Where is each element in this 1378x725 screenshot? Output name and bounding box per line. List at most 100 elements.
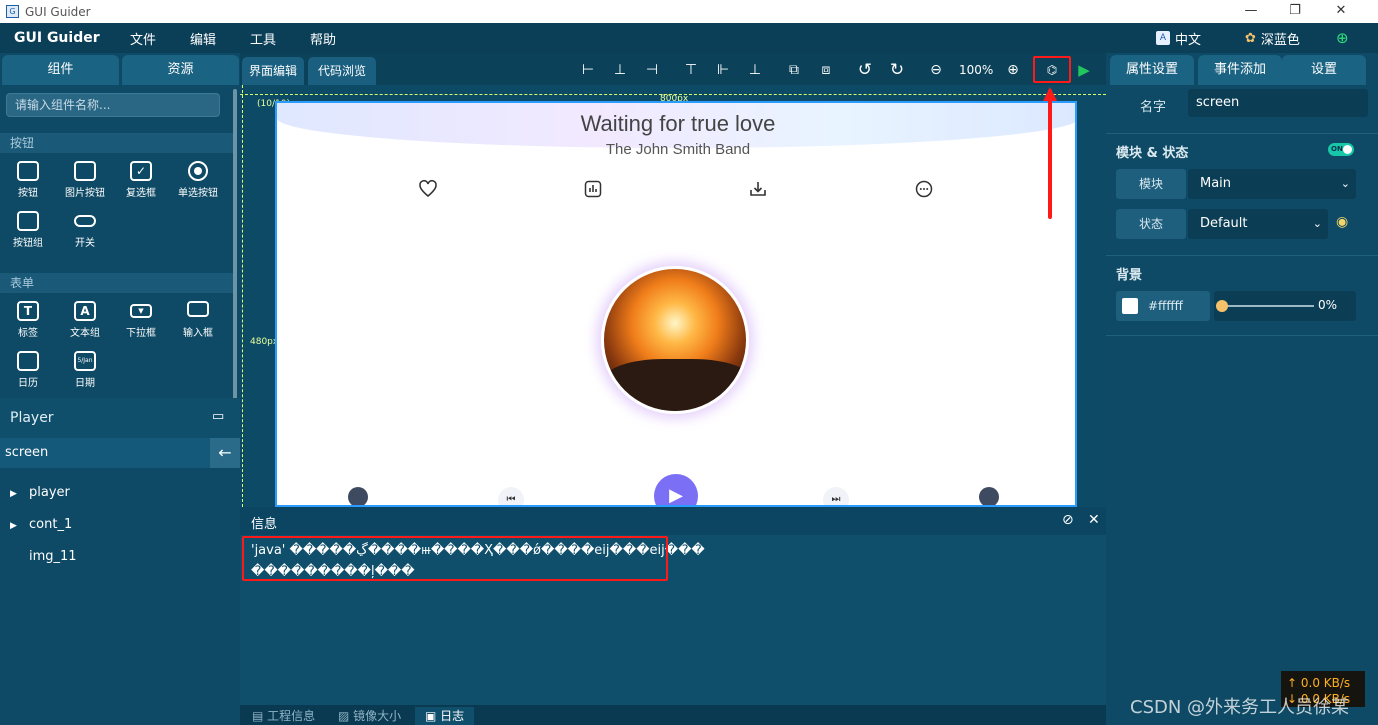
heart-icon[interactable] bbox=[418, 179, 438, 199]
module-state-title: 模块 & 状态 bbox=[1116, 146, 1189, 161]
zoom-in-icon[interactable]: ⊕ bbox=[1004, 61, 1022, 79]
widget-button[interactable]: 按钮 bbox=[0, 161, 56, 199]
artist-name[interactable]: The John Smith Band bbox=[277, 141, 1075, 158]
align-top-icon[interactable]: ⊤ bbox=[682, 61, 700, 79]
folder-icon[interactable]: ▭ bbox=[212, 409, 224, 424]
widget-text-area[interactable]: A 文本组 bbox=[57, 301, 113, 339]
tree-item-img-11[interactable]: img_11 bbox=[29, 549, 77, 564]
image-button-icon bbox=[74, 161, 96, 181]
tab-settings[interactable]: 设置 bbox=[1282, 55, 1366, 85]
clear-log-icon[interactable]: ⊘ bbox=[1062, 512, 1074, 528]
tree-item-label: player bbox=[29, 485, 70, 500]
language-label: 中文 bbox=[1175, 32, 1202, 48]
send-backward-icon[interactable]: ⧈ bbox=[817, 61, 835, 79]
ruler-left bbox=[240, 85, 243, 507]
widget-label[interactable]: T 标签 bbox=[0, 301, 56, 339]
menu-edit[interactable]: 编辑 bbox=[190, 29, 250, 48]
widget-text-input[interactable]: 输入框 bbox=[170, 301, 226, 339]
tree-item-cont-1[interactable]: ▶ cont_1 bbox=[10, 517, 72, 532]
checkbox-icon: ✓ bbox=[130, 161, 152, 181]
caret-right-icon[interactable]: ▶ bbox=[10, 521, 29, 531]
component-search-input[interactable]: 请输入组件名称... bbox=[6, 93, 220, 117]
widget-checkbox[interactable]: ✓ 复选框 bbox=[113, 161, 169, 199]
module-label: 模块 bbox=[1116, 169, 1186, 199]
widget-dropdown[interactable]: ▼ 下拉框 bbox=[113, 301, 169, 339]
slider-handle[interactable] bbox=[1216, 300, 1228, 312]
close-panel-icon[interactable]: ✕ bbox=[1088, 512, 1100, 528]
widget-date[interactable]: 5/Jan 日期 bbox=[57, 351, 113, 389]
module-select[interactable]: Main ⌄ bbox=[1188, 169, 1356, 199]
widget-image-button[interactable]: 图片按钮 bbox=[57, 161, 113, 199]
loop-icon[interactable] bbox=[979, 487, 999, 505]
play-button-icon[interactable]: ▶ bbox=[654, 474, 698, 505]
tab-image-size[interactable]: ▨ 镜像大小 bbox=[338, 707, 401, 725]
screen-preview[interactable]: Waiting for true love The John Smith Ban… bbox=[275, 101, 1077, 507]
align-bottom-icon[interactable]: ⊥ bbox=[746, 61, 764, 79]
tab-ui-editor[interactable]: 界面编辑 bbox=[242, 57, 304, 85]
caret-right-icon[interactable]: ▶ bbox=[10, 489, 29, 499]
tab-resources[interactable]: 资源 bbox=[122, 55, 239, 85]
tree-item-player[interactable]: ▶ player bbox=[10, 485, 70, 500]
align-middle-icon[interactable]: ⊩ bbox=[714, 61, 732, 79]
previous-track-icon[interactable]: ⏮ bbox=[498, 487, 524, 505]
tab-properties[interactable]: 属性设置 bbox=[1110, 55, 1194, 85]
image-size-icon: ▨ bbox=[338, 709, 354, 723]
minimize-icon[interactable]: — bbox=[1228, 0, 1274, 23]
tab-code-view[interactable]: 代码浏览 bbox=[308, 57, 376, 85]
bg-color-value: #ffffff bbox=[1148, 299, 1183, 313]
widget-button-group[interactable]: 按钮组 bbox=[0, 211, 56, 249]
globe-icon[interactable]: ⊕ bbox=[1336, 23, 1349, 53]
label-icon: T bbox=[17, 301, 39, 321]
dropdown-icon: ▼ bbox=[130, 304, 152, 318]
restore-icon[interactable]: ❐ bbox=[1272, 0, 1318, 23]
download-icon[interactable] bbox=[748, 179, 768, 199]
switch-icon bbox=[74, 215, 96, 227]
widget-switch[interactable]: 开关 bbox=[57, 211, 113, 249]
menu-tools[interactable]: 工具 bbox=[250, 29, 310, 48]
color-swatch[interactable] bbox=[1122, 298, 1138, 314]
album-cover-image[interactable] bbox=[601, 266, 749, 414]
state-select[interactable]: Default ⌄ bbox=[1188, 209, 1328, 239]
next-track-icon[interactable]: ⏭ bbox=[823, 487, 849, 505]
widget-calendar[interactable]: 日历 bbox=[0, 351, 56, 389]
chat-icon[interactable] bbox=[914, 179, 934, 199]
tab-project-info[interactable]: ▤ 工程信息 bbox=[252, 707, 315, 725]
widget-label: 复选框 bbox=[126, 188, 156, 199]
run-simulator-icon[interactable]: ▶ bbox=[1075, 61, 1093, 79]
tab-components[interactable]: 组件 bbox=[2, 55, 119, 85]
calendar-icon bbox=[17, 351, 39, 371]
annotation-arrow bbox=[1048, 89, 1052, 219]
screen-selector[interactable]: screen ← bbox=[0, 438, 240, 468]
language-switch[interactable]: A 中文 bbox=[1156, 23, 1201, 53]
bg-opacity-slider[interactable]: 0% bbox=[1214, 291, 1356, 321]
zoom-out-icon[interactable]: ⊖ bbox=[927, 61, 945, 79]
design-canvas: 800px 480px (10/10) Waiting for true lov… bbox=[240, 85, 1106, 507]
bring-forward-icon[interactable]: ⧉ bbox=[785, 61, 803, 79]
tab-log[interactable]: ▣ 日志 bbox=[415, 707, 475, 725]
align-right-icon[interactable]: ⊣ bbox=[643, 61, 661, 79]
text-area-icon: A bbox=[74, 301, 96, 321]
menu-help[interactable]: 帮助 bbox=[310, 29, 370, 48]
theme-switch[interactable]: ✿ 深蓝色 bbox=[1245, 23, 1300, 53]
menu-file[interactable]: 文件 bbox=[130, 29, 190, 48]
toggle-knob bbox=[1343, 145, 1352, 154]
name-input[interactable]: screen bbox=[1188, 89, 1368, 117]
close-icon[interactable]: ✕ bbox=[1318, 0, 1364, 23]
shuffle-icon[interactable] bbox=[348, 487, 368, 505]
redo-icon[interactable]: ↻ bbox=[888, 61, 906, 79]
state-label: 状态 bbox=[1116, 209, 1186, 239]
arrow-left-icon[interactable]: ← bbox=[210, 438, 240, 468]
divider bbox=[1106, 133, 1378, 134]
widget-radio[interactable]: 单选按钮 bbox=[170, 161, 226, 199]
align-center-icon[interactable]: ⊥ bbox=[611, 61, 629, 79]
chart-icon[interactable] bbox=[583, 179, 603, 199]
widget-label: 标签 bbox=[18, 328, 38, 339]
eye-icon[interactable]: ◉ bbox=[1336, 214, 1348, 230]
undo-icon[interactable]: ↺ bbox=[856, 61, 874, 79]
tab-events[interactable]: 事件添加 bbox=[1198, 55, 1282, 85]
align-left-icon[interactable]: ⊢ bbox=[579, 61, 597, 79]
bg-color-field[interactable]: #ffffff bbox=[1116, 291, 1210, 321]
song-title[interactable]: Waiting for true love bbox=[277, 111, 1075, 137]
left-scrollbar[interactable] bbox=[233, 89, 237, 419]
module-state-toggle[interactable]: ON bbox=[1328, 143, 1354, 156]
